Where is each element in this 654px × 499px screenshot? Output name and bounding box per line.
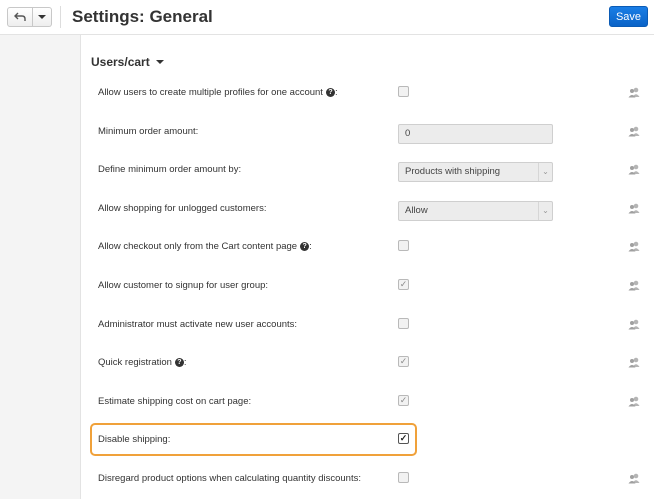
page-title: Settings: General xyxy=(72,7,213,26)
toolbar-divider xyxy=(60,6,61,28)
minimum-order-input[interactable]: 0 xyxy=(398,123,553,144)
setting-checkbox[interactable]: ✓ xyxy=(398,394,409,406)
section-title: Users/cart xyxy=(91,55,150,69)
users-group-icon[interactable] xyxy=(627,201,641,215)
setting-label: Disregard product options when calculati… xyxy=(98,459,361,498)
help-icon[interactable]: ? xyxy=(300,242,310,252)
setting-label-text: Administrator must activate new user acc… xyxy=(98,318,298,330)
setting-label-text: Allow customer to signup for user group: xyxy=(98,280,269,291)
setting-row: Minimum order amount: 0 xyxy=(80,112,654,151)
setting-label-text: Allow shopping for unlogged customers: xyxy=(98,202,267,214)
undo-arrow-icon xyxy=(14,12,26,21)
setting-row: Allow shopping for unlogged customers: Al… xyxy=(80,189,654,228)
setting-checkbox[interactable]: ✓ xyxy=(398,279,409,290)
setting-label: Allow shopping for unlogged customers: xyxy=(98,189,266,228)
checkmark-icon: ✓ xyxy=(399,279,408,289)
setting-checkbox[interactable] xyxy=(398,317,409,329)
users-group-icon[interactable] xyxy=(627,394,641,408)
setting-label: Minimum order amount: xyxy=(98,112,198,151)
setting-row: Quick registration?: ✓ xyxy=(80,343,654,382)
top-toolbar: Settings: General Save xyxy=(0,0,654,35)
setting-label-text: Estimate shipping cost on cart page: xyxy=(98,395,252,407)
help-icon[interactable]: ? xyxy=(325,88,335,97)
setting-checkbox[interactable] xyxy=(398,86,409,97)
setting-label: Quick registration?: xyxy=(98,343,187,382)
setting-label: Allow checkout only from the Cart conten… xyxy=(98,227,312,266)
setting-select[interactable]: Products with shipping ⌄ xyxy=(398,162,553,183)
setting-label-text: Quick registration xyxy=(98,357,172,369)
setting-label-text: Disregard product options when calculati… xyxy=(98,473,361,484)
label-colon: : xyxy=(183,357,187,369)
setting-label-text: Define minimum order amount by: xyxy=(98,164,242,176)
setting-row: Allow customer to signup for user group:… xyxy=(80,266,654,305)
setting-row: Estimate shipping cost on cart page: ✓ xyxy=(80,382,654,421)
users-group-icon[interactable] xyxy=(627,471,641,485)
setting-label-text: Allow checkout only from the Cart conten… xyxy=(98,241,298,253)
checkmark-icon: ✓ xyxy=(399,394,408,405)
left-sidebar xyxy=(0,35,81,499)
label-colon: : xyxy=(334,87,338,98)
setting-row: Define minimum order amount by: Products … xyxy=(80,150,654,189)
users-group-icon[interactable] xyxy=(627,239,641,253)
chevron-down-icon xyxy=(38,15,46,19)
highlight-outline xyxy=(90,423,417,456)
setting-label-text: Allow users to create multiple profiles … xyxy=(98,87,323,98)
setting-row: Administrator must activate new user acc… xyxy=(80,305,654,344)
setting-label: Administrator must activate new user acc… xyxy=(98,305,297,344)
setting-select[interactable]: Allow ⌄ xyxy=(398,200,553,221)
select-value: Allow xyxy=(405,204,428,216)
users-group-icon[interactable] xyxy=(627,85,641,99)
setting-label: Allow users to create multiple profiles … xyxy=(98,73,338,112)
history-button-group xyxy=(7,7,52,27)
setting-checkbox[interactable] xyxy=(398,472,409,483)
users-group-icon[interactable] xyxy=(627,317,641,331)
setting-label-text: Minimum order amount: xyxy=(98,125,199,137)
setting-row: Allow checkout only from the Cart conten… xyxy=(80,227,654,266)
setting-label: Allow customer to signup for user group: xyxy=(98,266,268,305)
users-group-icon[interactable] xyxy=(627,278,641,292)
section-header[interactable]: Users/cart xyxy=(91,55,164,69)
setting-label: Define minimum order amount by: xyxy=(98,150,241,189)
setting-label: Estimate shipping cost on cart page: xyxy=(98,382,251,421)
label-colon: : xyxy=(309,241,312,253)
chevron-down-icon: ⌄ xyxy=(538,163,552,182)
setting-row: Disregard product options when calculati… xyxy=(80,459,654,498)
back-button[interactable] xyxy=(7,7,33,27)
setting-checkbox[interactable]: ✓ xyxy=(398,356,409,368)
chevron-down-icon: ⌄ xyxy=(538,201,552,220)
chevron-down-icon xyxy=(155,60,164,64)
users-group-icon[interactable] xyxy=(627,124,641,138)
save-button[interactable]: Save xyxy=(609,6,648,27)
users-group-icon[interactable] xyxy=(627,162,641,176)
history-dropdown-button[interactable] xyxy=(33,7,52,27)
select-value: Products with shipping xyxy=(405,166,501,178)
users-group-icon[interactable] xyxy=(627,355,641,369)
setting-row: Allow users to create multiple profiles … xyxy=(80,73,654,112)
help-icon[interactable]: ? xyxy=(174,358,184,368)
setting-checkbox[interactable] xyxy=(398,240,409,252)
checkmark-icon: ✓ xyxy=(399,356,408,367)
